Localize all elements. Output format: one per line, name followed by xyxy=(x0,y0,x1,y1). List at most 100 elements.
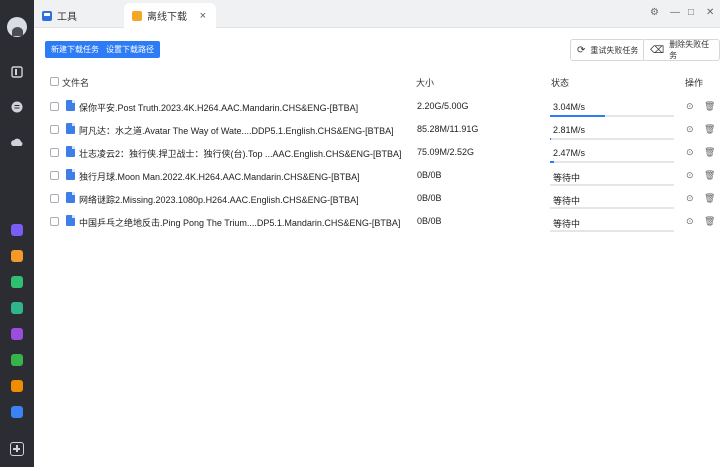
retry-icon: ⟳ xyxy=(577,44,586,56)
app-shortcut-7-icon[interactable] xyxy=(11,380,23,392)
tab-tools-label: 工具 xyxy=(57,12,77,23)
table-row[interactable]: 壮志凌云2：独行侠.捍卫战士：独行侠(台).Top ...AAC.English… xyxy=(34,141,720,164)
progress-track xyxy=(550,230,674,232)
progress-track xyxy=(550,184,674,186)
progress-track xyxy=(550,138,674,140)
status-cell: 等待中 xyxy=(550,187,674,209)
minimize-icon[interactable]: — xyxy=(670,7,680,18)
pause-icon[interactable]: ⊙ xyxy=(686,147,694,158)
file-size: 75.09M/2.52G xyxy=(417,147,475,157)
status-text: 3.04M/s xyxy=(553,102,586,112)
chat-icon[interactable] xyxy=(10,100,24,114)
file-size: 0B/0B xyxy=(417,170,442,180)
retry-failed-button[interactable]: ⟳ 重试失败任务 xyxy=(570,39,647,61)
column-header-actions: 操作 xyxy=(685,78,704,88)
table-row[interactable]: 中国乒乓之绝地反击.Ping Pong The Trium....DP5.1.M… xyxy=(34,210,720,233)
offline-download-icon xyxy=(132,10,142,21)
file-size: 2.20G/5.00G xyxy=(417,101,469,111)
status-cell: 等待中 xyxy=(550,164,674,186)
column-header-status: 状态 xyxy=(551,78,570,88)
file-icon xyxy=(66,146,75,157)
table-row[interactable]: 阿凡达：水之道.Avatar The Way of Wate....DDP5.1… xyxy=(34,118,720,141)
app-sidebar xyxy=(0,0,34,467)
file-name: 壮志凌云2：独行侠.捍卫战士：独行侠(台).Top ...AAC.English… xyxy=(79,149,402,159)
trash-icon[interactable]: 🗑 xyxy=(704,193,715,204)
trash-icon[interactable]: 🗑 xyxy=(704,216,715,227)
status-cell: 3.04M/s xyxy=(550,95,674,117)
eraser-icon: ⌫ xyxy=(650,44,665,56)
app-shortcut-4-icon[interactable] xyxy=(11,302,23,314)
progress-track xyxy=(550,161,674,163)
status-cell: 2.81M/s xyxy=(550,118,674,140)
tab-close-icon[interactable]: × xyxy=(200,10,206,22)
app-shortcut-6-icon[interactable] xyxy=(11,354,23,366)
tab-tools[interactable]: 工具 xyxy=(38,3,128,28)
app-shortcut-1-icon[interactable] xyxy=(11,224,23,236)
tab-offline-label: 离线下载 xyxy=(147,12,187,23)
file-icon xyxy=(66,169,75,180)
progress-fill xyxy=(550,115,605,117)
trash-icon[interactable]: 🗑 xyxy=(704,101,715,112)
delete-failed-label: 删除失败任务 xyxy=(669,40,710,60)
status-text: 2.81M/s xyxy=(553,125,586,135)
row-checkbox[interactable] xyxy=(50,102,59,111)
file-name: 中国乒乓之绝地反击.Ping Pong The Trium....DP5.1.M… xyxy=(79,218,401,228)
status-text: 2.47M/s xyxy=(553,148,586,158)
row-checkbox[interactable] xyxy=(50,194,59,203)
retry-failed-label: 重试失败任务 xyxy=(590,45,639,55)
delete-failed-button[interactable]: ⌫ 删除失败任务 xyxy=(643,39,720,61)
app-shortcut-5-icon[interactable] xyxy=(11,328,23,340)
status-cell: 2.47M/s xyxy=(550,141,674,163)
table-row[interactable]: 网络谜踪2.Missing.2023.1080p.H264.AAC.Englis… xyxy=(34,187,720,210)
app-shortcut-3-icon[interactable] xyxy=(11,276,23,288)
tools-icon xyxy=(42,10,52,21)
file-name: 网络谜踪2.Missing.2023.1080p.H264.AAC.Englis… xyxy=(79,195,359,205)
file-size: 0B/0B xyxy=(417,193,442,203)
status-text: 等待中 xyxy=(553,173,581,183)
column-header-name: 文件名 xyxy=(62,78,90,88)
table-row[interactable]: 独行月球.Moon Man.2022.4K.H264.AAC.Mandarin.… xyxy=(34,164,720,187)
tab-bar: 工具 离线下载 × ⚙ — □ ✕ xyxy=(34,0,720,28)
row-checkbox[interactable] xyxy=(50,125,59,134)
user-avatar[interactable] xyxy=(7,17,27,37)
cloud-upload-icon[interactable] xyxy=(10,136,24,150)
progress-track xyxy=(550,207,674,209)
settings-icon[interactable]: ⚙ xyxy=(650,7,659,18)
set-download-path-button[interactable]: 设置下载路径 xyxy=(100,41,160,58)
pause-icon[interactable]: ⊙ xyxy=(686,216,694,227)
app-shortcut-2-icon[interactable] xyxy=(11,250,23,262)
column-header-size: 大小 xyxy=(416,78,435,88)
progress-fill xyxy=(550,161,554,163)
pause-icon[interactable]: ⊙ xyxy=(686,170,694,181)
file-size: 85.28M/11.91G xyxy=(417,124,479,134)
progress-fill xyxy=(550,138,552,140)
new-download-task-button[interactable]: 新建下载任务 xyxy=(45,41,105,58)
row-checkbox[interactable] xyxy=(50,171,59,180)
app-shortcut-8-icon[interactable] xyxy=(11,406,23,418)
pause-icon[interactable]: ⊙ xyxy=(686,124,694,135)
table-row[interactable]: 保你平安.Post Truth.2023.4K.H264.AAC.Mandari… xyxy=(34,95,720,118)
trash-icon[interactable]: 🗑 xyxy=(704,147,715,158)
progress-track xyxy=(550,115,674,117)
cloud-drive-icon[interactable] xyxy=(10,65,24,79)
row-checkbox[interactable] xyxy=(50,217,59,226)
file-size: 0B/0B xyxy=(417,216,442,226)
status-text: 等待中 xyxy=(553,219,581,229)
pause-icon[interactable]: ⊙ xyxy=(686,193,694,204)
close-window-icon[interactable]: ✕ xyxy=(706,7,714,18)
tab-offline-download[interactable]: 离线下载 × xyxy=(124,3,216,28)
maximize-icon[interactable]: □ xyxy=(688,7,694,18)
trash-icon[interactable]: 🗑 xyxy=(704,170,715,181)
table-header: 文件名 大小 状态 操作 xyxy=(34,68,720,94)
row-checkbox[interactable] xyxy=(50,148,59,157)
file-name: 独行月球.Moon Man.2022.4K.H264.AAC.Mandarin.… xyxy=(79,172,360,182)
file-icon xyxy=(66,215,75,226)
status-text: 等待中 xyxy=(553,196,581,206)
status-cell: 等待中 xyxy=(550,210,674,232)
file-name: 保你平安.Post Truth.2023.4K.H264.AAC.Mandari… xyxy=(79,103,359,113)
select-all-checkbox[interactable] xyxy=(50,77,59,86)
add-app-icon[interactable] xyxy=(10,442,24,456)
pause-icon[interactable]: ⊙ xyxy=(686,101,694,112)
trash-icon[interactable]: 🗑 xyxy=(704,124,715,135)
file-icon xyxy=(66,192,75,203)
